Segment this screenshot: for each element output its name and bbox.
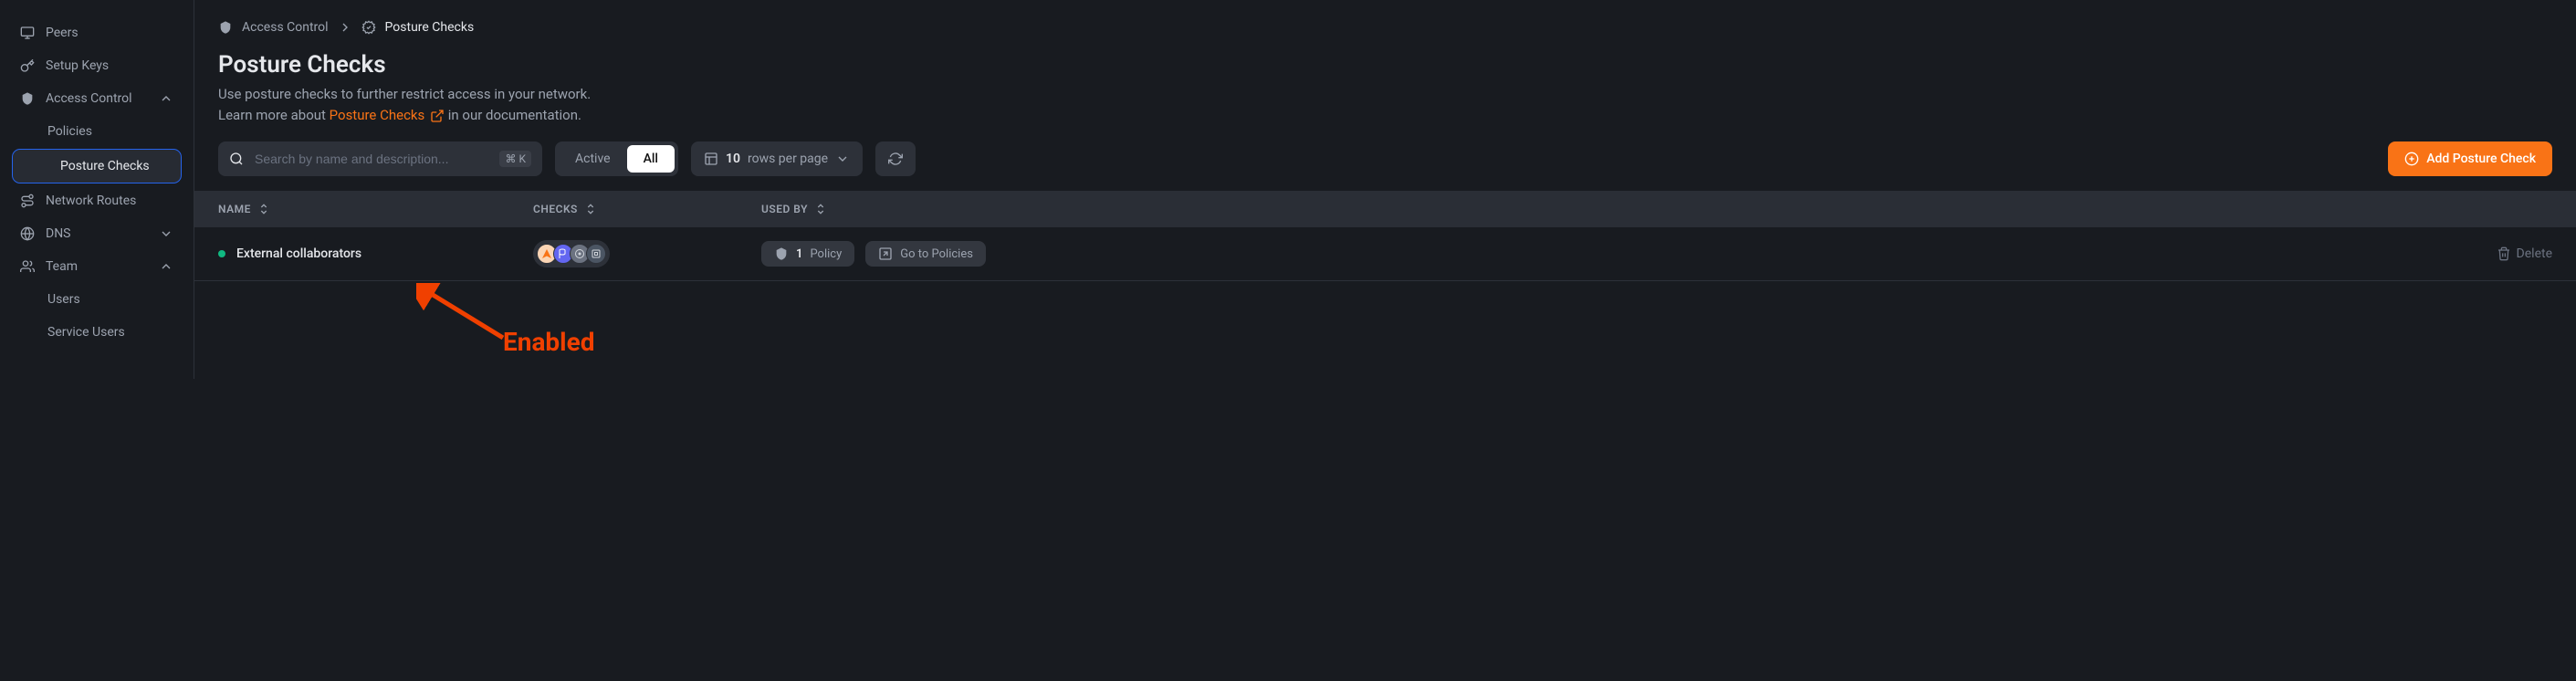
check-badge-icon — [361, 20, 376, 35]
chevron-down-icon — [159, 226, 173, 241]
filter-active-button[interactable]: Active — [559, 145, 627, 173]
column-header-name[interactable]: NAME — [218, 202, 533, 216]
policy-count-pill[interactable]: 1 Policy — [761, 241, 854, 267]
key-icon — [20, 58, 35, 73]
shield-icon — [218, 20, 233, 35]
sidebar-item-label: Posture Checks — [60, 159, 150, 173]
status-dot-enabled — [218, 250, 225, 257]
rows-per-page-dropdown[interactable]: 10 rows per page — [691, 141, 863, 176]
rows-count: 10 — [726, 152, 740, 166]
sidebar-item-service-users[interactable]: Service Users — [0, 316, 194, 349]
shield-icon — [774, 246, 789, 261]
main-content: Access Control Posture Checks Posture Ch… — [194, 0, 2576, 379]
filter-all-button[interactable]: All — [627, 145, 675, 173]
layout-icon — [704, 152, 718, 166]
page-title: Posture Checks — [218, 51, 2552, 79]
sort-icon — [257, 202, 271, 216]
sidebar: Peers Setup Keys Access Control Policies… — [0, 0, 194, 379]
sidebar-item-label: Network Routes — [46, 194, 136, 208]
trash-icon — [2497, 246, 2511, 261]
row-name-label: External collaborators — [236, 246, 361, 261]
toolbar: ⌘ K Active All 10 rows per page — [194, 141, 2576, 191]
page-header: Access Control Posture Checks Posture Ch… — [194, 0, 2576, 141]
docs-link[interactable]: Posture Checks — [330, 107, 445, 123]
annotation-label: Enabled — [503, 327, 594, 357]
add-posture-check-button[interactable]: Add Posture Check — [2388, 141, 2552, 176]
subtitle-line1: Use posture checks to further restrict a… — [218, 86, 591, 102]
sidebar-item-access-control[interactable]: Access Control — [0, 82, 194, 115]
app-root: Peers Setup Keys Access Control Policies… — [0, 0, 2576, 379]
delete-label: Delete — [2517, 246, 2552, 261]
breadcrumb-current: Posture Checks — [385, 20, 475, 35]
policy-count: 1 — [796, 247, 802, 261]
sidebar-item-label: Users — [47, 292, 80, 307]
page-subtitle: Use posture checks to further restrict a… — [218, 84, 2552, 125]
sidebar-item-policies[interactable]: Policies — [0, 115, 194, 148]
sort-icon — [813, 202, 828, 216]
sidebar-item-label: DNS — [46, 226, 71, 241]
external-link-icon — [430, 109, 445, 123]
external-square-icon — [878, 246, 893, 261]
filter-toggle: Active All — [555, 141, 678, 176]
users-icon — [20, 259, 35, 274]
policy-label: Policy — [810, 247, 842, 261]
table-header: NAME CHECKS USED BY — [194, 191, 2576, 227]
column-header-usedby[interactable]: USED BY — [761, 202, 944, 216]
globe-icon — [20, 226, 35, 241]
monitor-icon — [20, 26, 35, 40]
os-icon — [586, 244, 606, 264]
column-header-checks[interactable]: CHECKS — [533, 202, 761, 216]
sidebar-item-posture-checks[interactable]: Posture Checks — [13, 150, 181, 183]
sidebar-item-label: Service Users — [47, 325, 125, 340]
sidebar-item-label: Setup Keys — [46, 58, 109, 73]
rows-label: rows per page — [748, 152, 828, 166]
row-name-cell: External collaborators — [218, 246, 533, 261]
sidebar-item-label: Access Control — [46, 91, 132, 106]
sidebar-item-label: Policies — [47, 124, 92, 139]
search-input[interactable] — [253, 151, 499, 167]
chevron-right-icon — [338, 20, 352, 35]
breadcrumb-root[interactable]: Access Control — [242, 20, 329, 35]
plus-circle-icon — [2404, 152, 2419, 166]
sidebar-item-label: Peers — [46, 26, 79, 40]
chevron-up-icon — [159, 259, 173, 274]
sidebar-item-setup-keys[interactable]: Setup Keys — [0, 49, 194, 82]
search-shortcut: ⌘ K — [499, 151, 531, 167]
sort-icon — [583, 202, 598, 216]
sidebar-item-network-routes[interactable]: Network Routes — [0, 184, 194, 217]
row-usedby-cell: 1 Policy Go to Policies — [761, 241, 1035, 267]
sidebar-item-team[interactable]: Team — [0, 250, 194, 283]
refresh-icon — [888, 152, 903, 166]
goto-policies-button[interactable]: Go to Policies — [865, 241, 986, 267]
sidebar-item-users[interactable]: Users — [0, 283, 194, 316]
annotation-arrow — [416, 283, 517, 347]
subtitle-suffix: in our documentation. — [445, 107, 581, 123]
sidebar-item-dns[interactable]: DNS — [0, 217, 194, 250]
subtitle-prefix: Learn more about — [218, 107, 330, 123]
row-checks-cell — [533, 240, 761, 267]
delete-button[interactable]: Delete — [2497, 246, 2552, 261]
route-icon — [20, 194, 35, 208]
chevron-down-icon — [835, 152, 850, 166]
refresh-button[interactable] — [875, 141, 916, 176]
sidebar-item-peers[interactable]: Peers — [0, 16, 194, 49]
chevron-up-icon — [159, 91, 173, 106]
check-icons-group — [533, 240, 610, 267]
sidebar-item-label: Team — [46, 259, 78, 274]
breadcrumb: Access Control Posture Checks — [218, 20, 2552, 35]
table-row[interactable]: External collaborators 1 Policy — [194, 227, 2576, 281]
add-button-label: Add Posture Check — [2426, 152, 2536, 166]
search-icon — [229, 152, 244, 166]
search-box[interactable]: ⌘ K — [218, 141, 542, 176]
goto-label: Go to Policies — [900, 247, 973, 261]
shield-icon — [20, 91, 35, 106]
